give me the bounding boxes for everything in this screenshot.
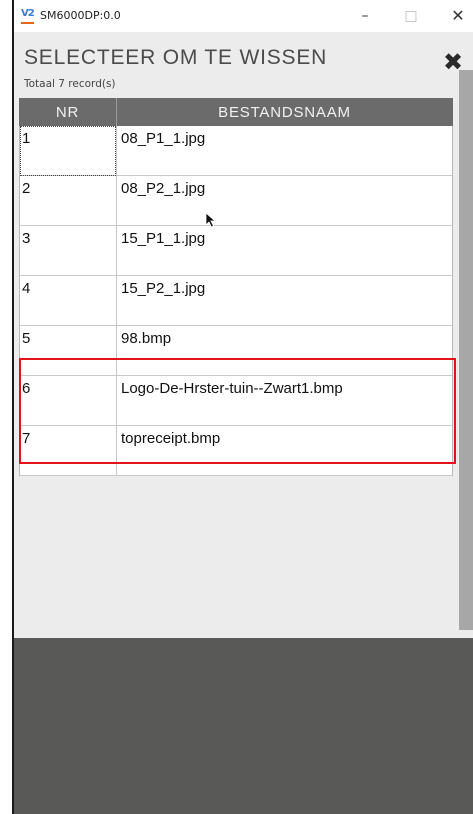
scrollbar[interactable] (459, 70, 473, 630)
row-number: 4 (22, 280, 31, 297)
app-window: V2 SM6000DP:0.0 – □ ✕ SELECTEER OM TE WI… (14, 0, 473, 814)
delete-selection-panel: SELECTEER OM TE WISSEN Totaal 7 record(s… (14, 32, 473, 638)
file-name: 15_P1_1.jpg (121, 230, 206, 247)
app-logo-icon: V2 (21, 8, 35, 24)
file-name: 08_P2_1.jpg (121, 180, 206, 197)
table-body: 1 08_P1_1.jpg 2 08_P2_1.jpg 3 15_P1_1.jp… (19, 126, 453, 476)
row-number: 7 (22, 430, 31, 447)
file-name: 15_P2_1.jpg (121, 280, 206, 297)
table-header: NR BESTANDSNAAM (19, 98, 453, 126)
file-name: Logo-De-Hrster-tuin--Zwart1.bmp (121, 380, 343, 397)
footer-bar (14, 638, 473, 814)
table-row[interactable]: 2 08_P2_1.jpg (20, 176, 452, 226)
row-number: 1 (22, 130, 31, 147)
row-number: 5 (22, 330, 31, 347)
window-close-button[interactable]: ✕ (443, 4, 473, 28)
title-bar: V2 SM6000DP:0.0 – □ ✕ (14, 0, 473, 32)
table-row[interactable]: 3 15_P1_1.jpg (20, 226, 452, 276)
record-count: Totaal 7 record(s) (24, 78, 116, 90)
focus-indicator (20, 126, 116, 176)
row-number: 2 (22, 180, 31, 197)
table-row[interactable]: 7 topreceipt.bmp (20, 426, 452, 476)
table-row[interactable]: 4 15_P2_1.jpg (20, 276, 452, 326)
table-row[interactable]: 6 Logo-De-Hrster-tuin--Zwart1.bmp (20, 376, 452, 426)
row-number: 3 (22, 230, 31, 247)
row-number: 6 (22, 380, 31, 397)
file-name: topreceipt.bmp (121, 430, 221, 447)
maximize-button[interactable]: □ (396, 4, 426, 28)
column-header-nr[interactable]: NR (19, 98, 116, 126)
file-name: 08_P1_1.jpg (121, 130, 206, 147)
page-title: SELECTEER OM TE WISSEN (24, 46, 328, 69)
minimize-button[interactable]: – (350, 4, 380, 28)
column-header-bestandsnaam[interactable]: BESTANDSNAAM (116, 98, 453, 126)
table-row[interactable]: 5 98.bmp (20, 326, 452, 376)
file-name: 98.bmp (121, 330, 172, 347)
desktop-edge (0, 0, 12, 814)
table-row[interactable]: 1 08_P1_1.jpg (20, 126, 452, 176)
mouse-cursor-icon (205, 212, 217, 228)
window-title: SM6000DP:0.0 (40, 9, 121, 22)
